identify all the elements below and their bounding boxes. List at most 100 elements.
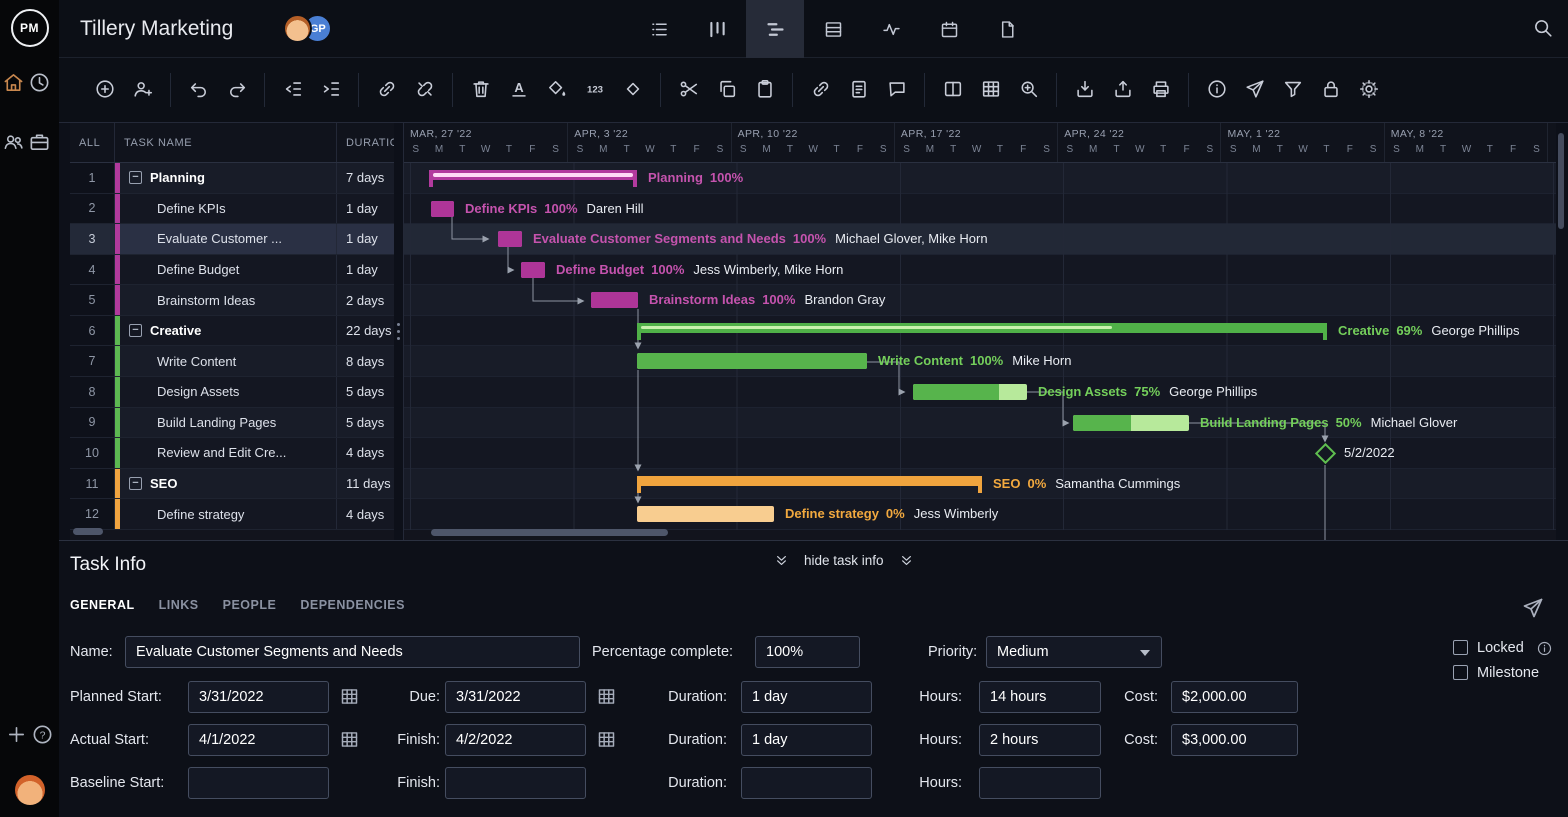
hide-task-info-button[interactable]: hide task info [773,552,915,569]
task-row-8[interactable]: 8 Design Assets 5 days [70,377,394,408]
tab-links[interactable]: LINKS [159,598,199,612]
toolbar-outdent-icon[interactable] [280,78,305,103]
gantt-summary-bar[interactable] [637,476,982,486]
toolbar-cut-icon[interactable] [676,78,701,103]
view-activity-view-icon[interactable] [862,0,920,58]
grid-horizontal-scrollbar[interactable] [73,528,103,535]
task-row-4[interactable]: 4 Define Budget 1 day [70,255,394,286]
view-calendar-view-icon[interactable] [920,0,978,58]
gantt-task-bar[interactable] [913,384,1027,400]
toolbar-send-icon[interactable] [1242,78,1267,103]
toolbar-filter-icon[interactable] [1280,78,1305,103]
toolbar-notes-icon[interactable] [846,78,871,103]
toolbar-font-icon[interactable]: A [506,78,531,103]
gantt-summary-bar[interactable] [637,323,1327,333]
toolbar-export-icon[interactable] [1110,78,1135,103]
send-plane-icon[interactable] [1521,596,1545,620]
task-name-cell[interactable]: Define KPIs [115,194,337,224]
gantt-task-bar[interactable] [1073,415,1189,431]
gantt-task-bar[interactable] [637,506,774,522]
toolbar-settings-icon[interactable] [1356,78,1381,103]
locked-info-icon[interactable] [1536,640,1553,657]
toolbar-paste-icon[interactable] [752,78,777,103]
sidebar-home-icon[interactable] [0,71,26,97]
name-input[interactable] [125,636,580,668]
toolbar-split-icon[interactable] [940,78,965,103]
tab-people[interactable]: PEOPLE [223,598,277,612]
toolbar-link-icon[interactable] [374,78,399,103]
task-name-cell[interactable]: Design Assets [115,377,337,407]
gantt-task-bar[interactable] [431,201,454,217]
view-doc-view-icon[interactable] [978,0,1036,58]
sidebar-portfolio-icon[interactable] [26,130,52,156]
sidebar-team-icon[interactable] [0,130,26,156]
hours-input[interactable] [979,767,1101,799]
toolbar-undo-icon[interactable] [186,78,211,103]
task-row-12[interactable]: 12 Define strategy 4 days [70,499,394,530]
task-name-cell[interactable]: −Creative [115,316,337,346]
calendar-icon[interactable] [595,729,617,751]
locked-checkbox[interactable] [1453,640,1468,655]
task-name-cell[interactable]: Review and Edit Cre... [115,438,337,468]
toolbar-lock-icon[interactable] [1318,78,1343,103]
gantt-vertical-scrollbar[interactable] [1558,133,1564,229]
search-icon[interactable] [1530,16,1556,42]
user-avatar[interactable] [15,775,45,805]
priority-select[interactable]: Medium [986,636,1162,668]
finish-input[interactable] [445,767,586,799]
task-row-10[interactable]: 10 Review and Edit Cre... 4 days [70,438,394,469]
gantt-task-bar[interactable] [498,231,522,247]
gantt-summary-bar[interactable] [429,170,637,180]
sidebar-plus-icon[interactable] [4,723,30,749]
toolbar-unlink-icon[interactable] [412,78,437,103]
gantt-task-bar[interactable] [637,353,867,369]
task-name-cell[interactable]: −SEO [115,469,337,499]
actual-start-input[interactable] [188,724,329,756]
sidebar-clock-icon[interactable] [26,71,52,97]
tab-dependencies[interactable]: DEPENDENCIES [300,598,405,612]
baseline-start-input[interactable] [188,767,329,799]
cost-input[interactable] [1171,681,1298,713]
gantt-task-bar[interactable] [521,262,545,278]
duration-input[interactable] [741,681,872,713]
view-board-view-icon[interactable] [688,0,746,58]
planned-start-input[interactable] [188,681,329,713]
tab-general[interactable]: GENERAL [70,598,135,612]
toolbar-indent-icon[interactable] [318,78,343,103]
toolbar-assign-user-icon[interactable] [130,78,155,103]
panel-splitter[interactable] [394,123,403,540]
gantt-task-bar[interactable] [591,292,638,308]
gantt-milestone-diamond[interactable] [1315,443,1336,464]
milestone-checkbox[interactable] [1453,665,1468,680]
toolbar-numbers-icon[interactable]: 123 [582,78,607,103]
toolbar-grid-icon[interactable] [978,78,1003,103]
task-row-5[interactable]: 5 Brainstorm Ideas 2 days [70,285,394,316]
percentage-complete-input[interactable] [755,636,860,668]
task-row-7[interactable]: 7 Write Content 8 days [70,346,394,377]
task-row-11[interactable]: 11 −SEO 11 days [70,469,394,500]
task-row-1[interactable]: 1 −Planning 7 days [70,163,394,194]
calendar-icon[interactable] [595,686,617,708]
toolbar-import-icon[interactable] [1072,78,1097,103]
toolbar-copy-icon[interactable] [714,78,739,103]
task-name-cell[interactable]: Define Budget [115,255,337,285]
task-name-cell[interactable]: Define strategy [115,499,337,529]
task-name-cell[interactable]: Brainstorm Ideas [115,285,337,315]
task-name-cell[interactable]: Evaluate Customer ... [115,224,337,254]
toolbar-comment-icon[interactable] [884,78,909,103]
toolbar-print-icon[interactable] [1148,78,1173,103]
duration-input[interactable] [741,724,872,756]
collapse-icon[interactable]: − [129,171,142,184]
gantt-horizontal-scrollbar[interactable] [431,529,668,536]
view-gantt-view-icon[interactable] [746,0,804,58]
collapse-icon[interactable]: − [129,324,142,337]
toolbar-delete-icon[interactable] [468,78,493,103]
finish-input[interactable] [445,724,586,756]
task-row-2[interactable]: 2 Define KPIs 1 day [70,194,394,225]
view-sheet-view-icon[interactable] [804,0,862,58]
task-row-9[interactable]: 9 Build Landing Pages 5 days [70,408,394,439]
duration-input[interactable] [741,767,872,799]
toolbar-attach-icon[interactable] [808,78,833,103]
task-row-6[interactable]: 6 −Creative 22 days [70,316,394,347]
collapse-icon[interactable]: − [129,477,142,490]
